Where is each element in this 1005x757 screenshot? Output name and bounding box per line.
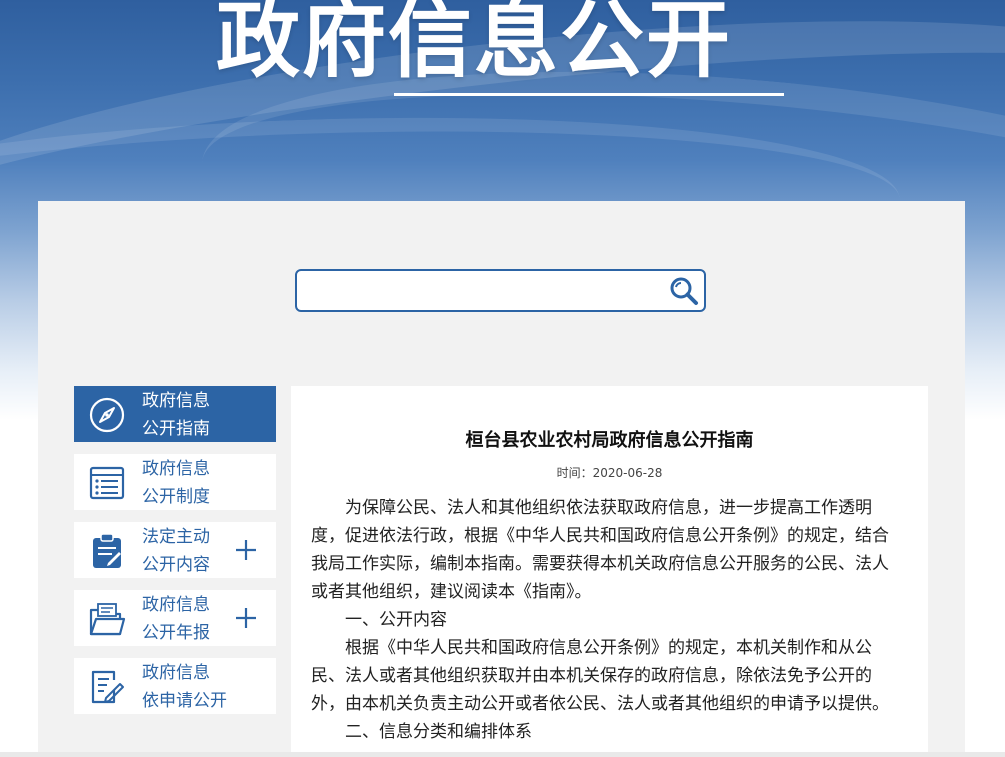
article-date: 时间：2020-06-28 bbox=[556, 466, 663, 480]
article-paragraph: 根据《中华人民共和国政府信息公开条例》的规定，本机关制作和从公民、法人或者其他组… bbox=[311, 638, 889, 714]
title-underline bbox=[394, 93, 784, 96]
sidebar-item-label: 政府信息 依申请公开 bbox=[142, 663, 227, 711]
page-title: 政府信息公开 bbox=[216, 0, 733, 89]
clipboard-icon bbox=[93, 533, 121, 568]
sidebar: 政府信息 公开指南 政府信息 公开制度 法定主动 公开内容 政府信息 公开年报 … bbox=[74, 386, 276, 726]
list-icon bbox=[89, 466, 125, 500]
plus-icon[interactable] bbox=[234, 522, 258, 578]
article-body: 为保障公民、法人和其他组织依法获取政府信息，进一步提高工作透明度，促进依法行政，… bbox=[311, 494, 903, 746]
sidebar-item-system[interactable]: 政府信息 公开制度 bbox=[74, 454, 276, 510]
sidebar-item-on-request[interactable]: 政府信息 依申请公开 bbox=[74, 658, 276, 714]
sidebar-item-label: 政府信息 公开指南 bbox=[142, 391, 210, 439]
sidebar-item-proactive[interactable]: 法定主动 公开内容 bbox=[74, 522, 276, 578]
page-bottom-rule bbox=[0, 752, 1005, 757]
sidebar-item-annual-report[interactable]: 政府信息 公开年报 bbox=[74, 590, 276, 646]
article-paragraph: 一、公开内容 bbox=[345, 610, 447, 630]
article-paragraph: 二、信息分类和编排体系 bbox=[345, 722, 532, 742]
article-title: 桓台县农业农村局政府信息公开指南 bbox=[465, 430, 754, 451]
sidebar-item-label: 政府信息 公开制度 bbox=[142, 459, 210, 507]
folder-icon bbox=[89, 603, 126, 636]
search-input[interactable] bbox=[303, 275, 663, 306]
search-icon bbox=[670, 277, 698, 305]
search-button[interactable] bbox=[668, 275, 700, 307]
form-edit-icon bbox=[91, 670, 124, 704]
sidebar-item-guide[interactable]: 政府信息 公开指南 bbox=[74, 386, 276, 442]
article-paragraph: 为保障公民、法人和其他组织依法获取政府信息，进一步提高工作透明度，促进依法行政，… bbox=[311, 498, 889, 602]
compass-icon bbox=[89, 397, 125, 433]
article-panel: 桓台县农业农村局政府信息公开指南 时间：2020-06-28 为保障公民、法人和… bbox=[291, 386, 928, 757]
search-box bbox=[295, 269, 706, 312]
plus-icon[interactable] bbox=[234, 590, 258, 646]
